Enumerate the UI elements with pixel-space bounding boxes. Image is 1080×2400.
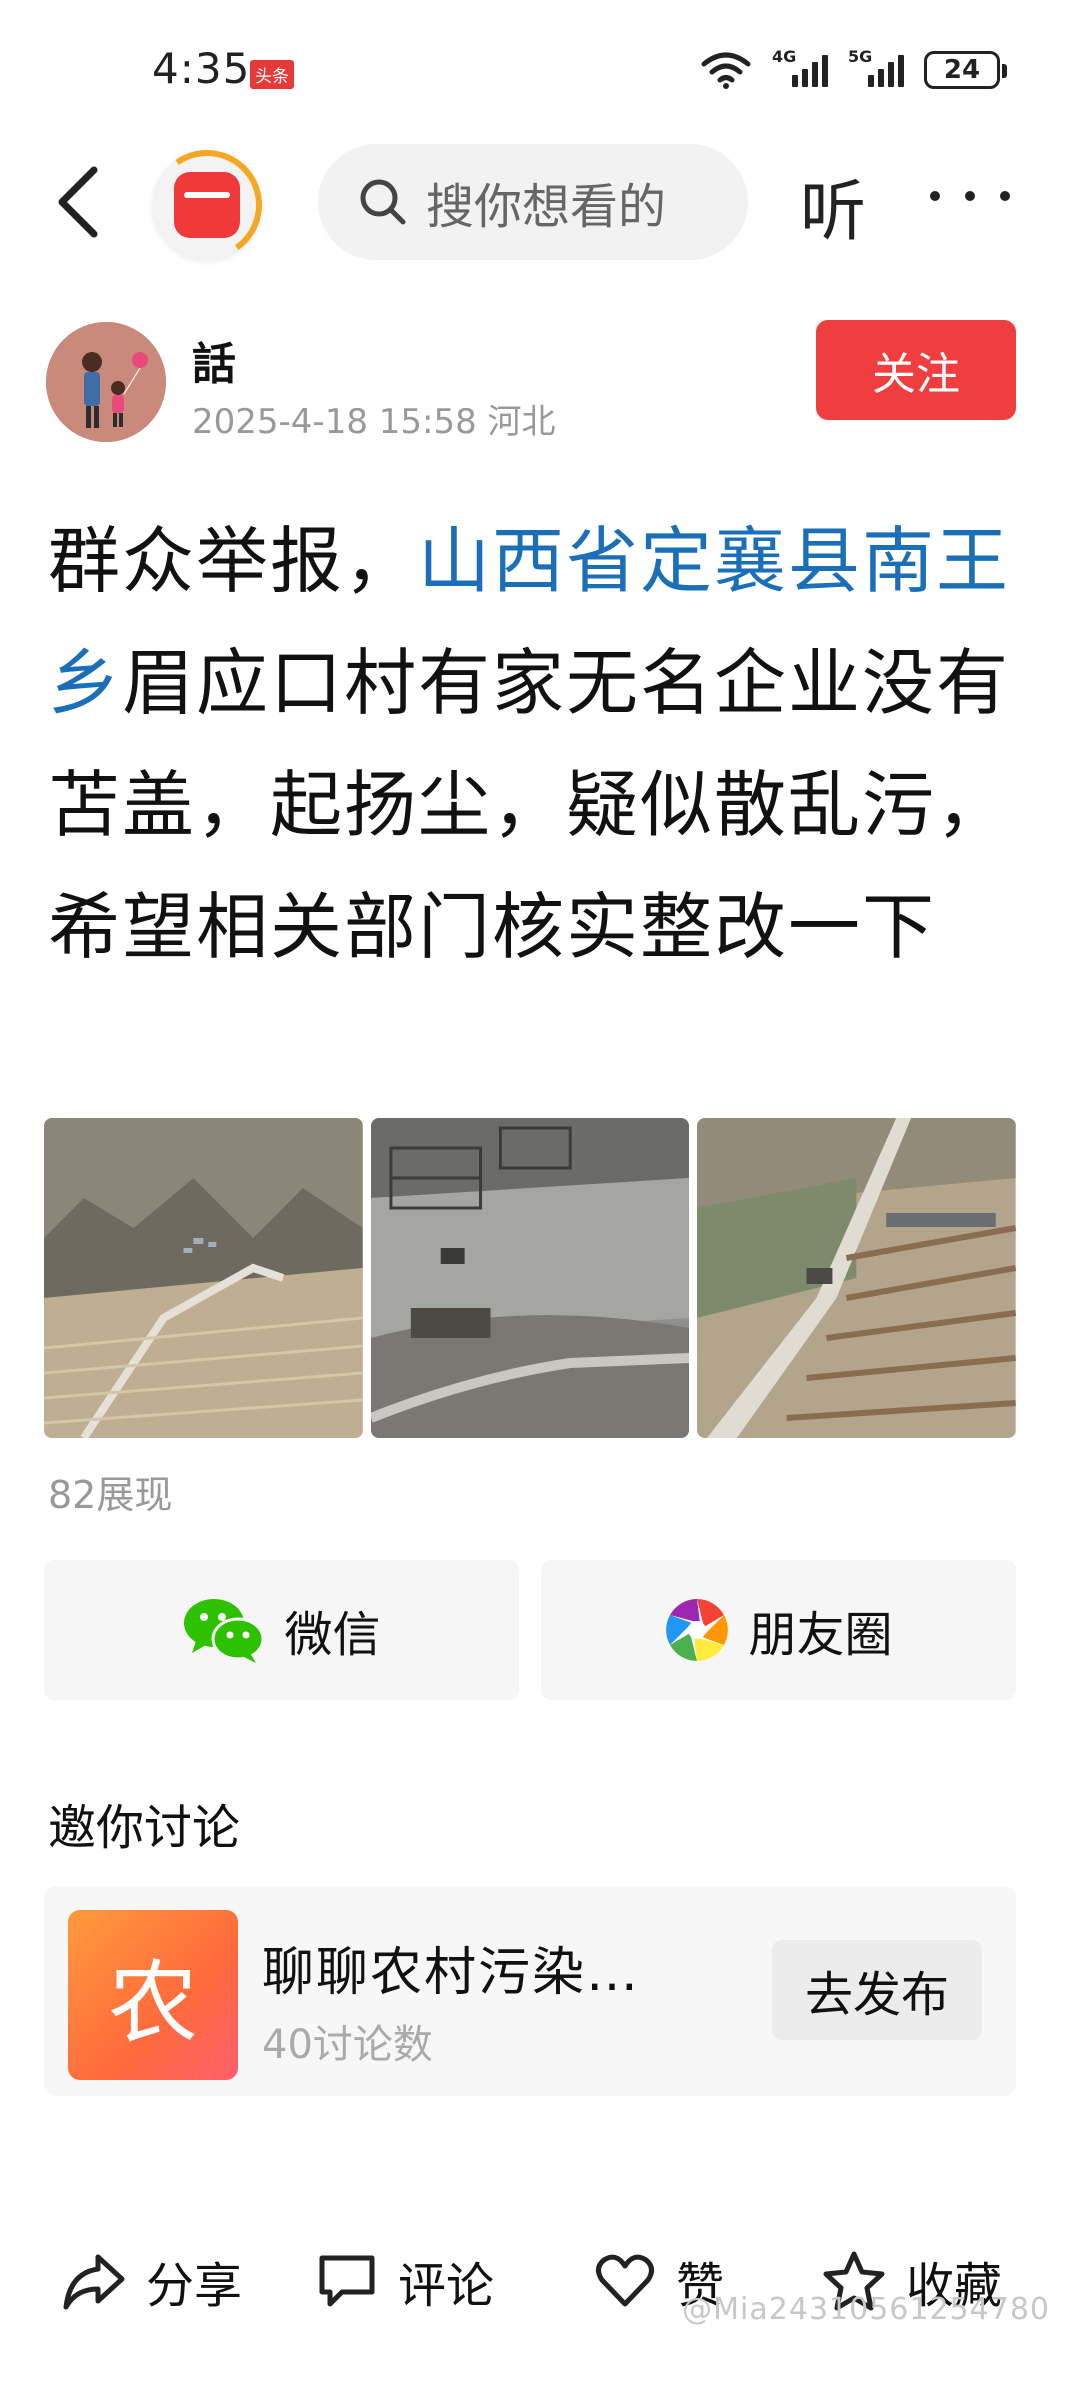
topic-name: 聊聊农村污染… bbox=[262, 1943, 641, 2003]
share-wechat-button[interactable]: 微信 bbox=[44, 1560, 519, 1700]
top-nav-bar: 搜你想看的 听 bbox=[0, 140, 1080, 269]
weibo-watermark: @Mia2431056125478​0 bbox=[682, 2292, 1050, 2327]
post-timestamp-location: 2025-4-18 15:58 河北 bbox=[192, 402, 556, 442]
publish-button[interactable]: 去发布 bbox=[772, 1940, 982, 2040]
heart-icon bbox=[596, 2254, 654, 2307]
cellular-5g-signal-icon: 5G bbox=[848, 47, 904, 87]
share-action[interactable]: 分享 bbox=[62, 2246, 242, 2316]
author-row: 話 2025-4-18 15:58 河北 关注 bbox=[0, 310, 1080, 450]
more-options-icon[interactable] bbox=[930, 176, 1010, 216]
post-image-grid bbox=[44, 1118, 1017, 1438]
back-arrow-icon[interactable] bbox=[48, 160, 112, 244]
search-icon bbox=[360, 179, 406, 225]
post-image-aerial-valley[interactable] bbox=[44, 1118, 363, 1438]
cellular-4g-signal-icon: 4G bbox=[772, 47, 828, 87]
share-arrow-icon bbox=[63, 2254, 125, 2310]
post-text-start: 群众举报， bbox=[48, 519, 419, 603]
follow-button[interactable]: 关注 bbox=[816, 320, 1016, 420]
status-time: 4:35 bbox=[152, 44, 251, 93]
author-name[interactable]: 話 bbox=[192, 328, 236, 392]
moments-aperture-icon bbox=[666, 1599, 729, 1661]
topic-icon: 农 bbox=[68, 1910, 238, 2080]
discussion-section-title: 邀你讨论 bbox=[48, 1800, 241, 1856]
share-label: 分享 bbox=[146, 2258, 243, 2314]
status-icons: 4G 5G 24 bbox=[700, 47, 1007, 90]
listen-button[interactable]: 听 bbox=[800, 158, 866, 254]
comment-action[interactable]: 评论 bbox=[316, 2246, 494, 2316]
view-count: 82展现 bbox=[48, 1473, 173, 1517]
post-body-text: 群众举报，山西省定襄县南王乡眉应口村有家无名企业没有苫盖，起扬尘，疑似散乱污，希… bbox=[48, 500, 1038, 988]
wechat-icon bbox=[184, 1599, 265, 1663]
avatar[interactable] bbox=[46, 322, 166, 442]
topic-discussion-count: 40讨论数 bbox=[262, 2022, 433, 2068]
post-text-rest: 眉应口村有家无名企业没有苫盖，起扬尘，疑似散乱污，希望相关部门核实整改一下 bbox=[48, 641, 1011, 969]
toutiao-notification-badge: 头条 bbox=[250, 60, 294, 89]
share-row: 微信 朋友圈 bbox=[44, 1560, 1016, 1700]
comment-bubble-icon bbox=[319, 2255, 375, 2307]
search-placeholder: 搜你想看的 bbox=[426, 179, 667, 235]
post-image-farmland-road[interactable] bbox=[697, 1118, 1017, 1438]
wifi-icon bbox=[701, 52, 751, 89]
toutiao-app-logo[interactable] bbox=[143, 141, 271, 269]
app-logo-icon bbox=[174, 172, 240, 238]
status-bar: 4:35 头条 4G 5G 24 bbox=[0, 0, 1080, 140]
post-image-quarry-site[interactable] bbox=[370, 1118, 690, 1438]
battery-indicator: 24 bbox=[924, 51, 1007, 89]
comment-label: 评论 bbox=[398, 2258, 495, 2314]
search-input[interactable]: 搜你想看的 bbox=[318, 144, 748, 260]
share-moments-button[interactable]: 朋友圈 bbox=[541, 1560, 1016, 1700]
moments-label: 朋友圈 bbox=[748, 1607, 893, 1663]
wechat-label: 微信 bbox=[284, 1607, 381, 1663]
discussion-topic-card[interactable]: 农 聊聊农村污染… 40讨论数 去发布 bbox=[44, 1886, 1016, 2096]
